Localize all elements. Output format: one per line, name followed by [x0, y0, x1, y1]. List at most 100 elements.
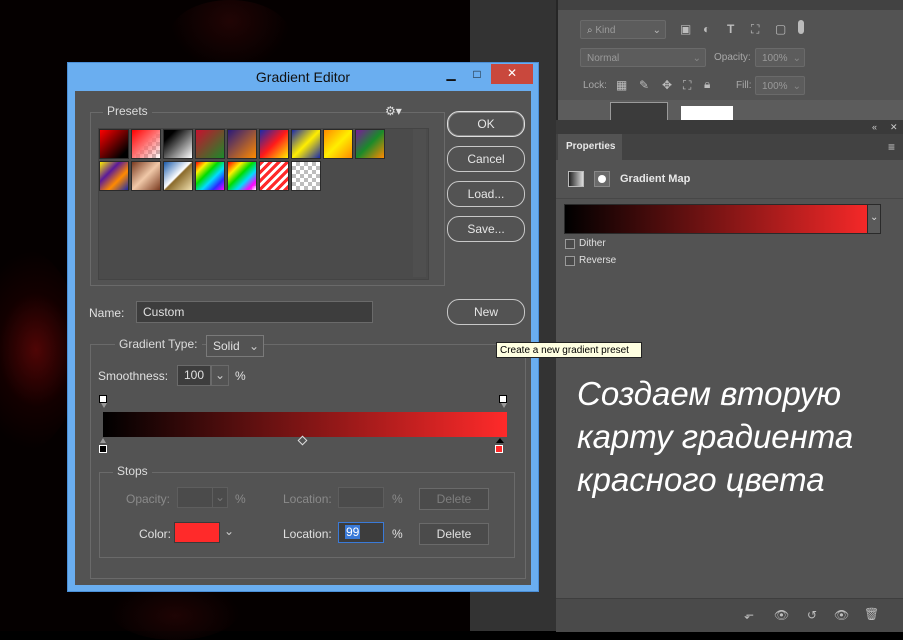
chevron-down-icon[interactable]: ⌄ [224, 524, 234, 538]
gradient-map-preview[interactable] [564, 204, 881, 234]
opacity-unit: % [235, 492, 246, 506]
lock-all-icon[interactable]: 🔒︎ [704, 77, 710, 91]
smart-object-filter-icon[interactable]: ▢ [775, 22, 786, 36]
canvas-dim-glow-top [170, 0, 290, 70]
chevron-down-icon: ⌄ [692, 53, 701, 64]
ok-button[interactable]: OK [447, 111, 525, 137]
gradient-map-icon[interactable] [568, 171, 584, 187]
preset-swatch-orange-yellow-orange[interactable] [323, 129, 353, 159]
preset-swatch-yellow-violet-orange-blue[interactable] [99, 161, 129, 191]
close-panel-icon[interactable]: ✕ [890, 120, 898, 134]
preset-swatch-transparent-rainbow[interactable] [227, 161, 257, 191]
chevron-down-icon: ⌄ [248, 339, 259, 353]
caption-line-1: Создаем вторую [577, 375, 842, 412]
save-button[interactable]: Save... [447, 216, 525, 242]
opacity-stop-left[interactable] [99, 395, 107, 403]
maximize-button[interactable]: □ [466, 65, 488, 83]
name-field[interactable]: Custom [136, 301, 373, 323]
gradient-bar[interactable] [103, 412, 507, 437]
gradient-picker-dropdown[interactable]: ⌄ [867, 204, 881, 234]
collapse-panel-icon[interactable]: « [872, 120, 877, 134]
cancel-button[interactable]: Cancel [447, 146, 525, 172]
mask-circle-icon [598, 175, 606, 183]
blend-mode-value: Normal [587, 53, 620, 64]
lock-transparent-icon[interactable]: ▦ [616, 78, 627, 92]
color-location-value: 99 [345, 525, 361, 539]
opacity-label: Opacity: [714, 52, 751, 63]
layer-mask-icon[interactable] [594, 171, 610, 187]
color-location-unit: % [392, 527, 403, 541]
preset-swatch-spectrum[interactable] [195, 161, 225, 191]
shape-filter-icon[interactable]: ⛶ [751, 22, 759, 36]
preset-swatch-violet-green-orange[interactable] [355, 129, 385, 159]
preset-swatch-red-green[interactable] [195, 129, 225, 159]
preset-swatch-copper[interactable] [131, 161, 161, 191]
color-swatch[interactable] [174, 522, 220, 543]
lock-artboard-icon[interactable]: ⛶ [683, 78, 691, 92]
gear-icon[interactable]: ⚙▾ [385, 104, 402, 118]
new-button[interactable]: New [447, 299, 525, 325]
blend-mode-select[interactable]: Normal ⌄ [580, 48, 706, 67]
reverse-checkbox[interactable] [565, 256, 575, 266]
layers-panel: ⌕ Kind ⌄ ▣ ◐ T ⛶ ▢ Normal ⌄ Opacity: 100… [558, 0, 903, 122]
tab-properties[interactable]: Properties [558, 134, 622, 160]
opacity-location-field[interactable] [338, 487, 384, 508]
color-stop-left-pointer [100, 438, 106, 443]
tutorial-caption: Создаем вторую карту градиента красного … [577, 372, 897, 501]
clip-to-layer-icon[interactable]: ⬐ [744, 608, 754, 622]
preset-swatch-chrome[interactable] [163, 161, 193, 191]
adjustment-title: Gradient Map [620, 173, 691, 185]
opacity-field[interactable] [177, 487, 213, 508]
smoothness-slider-toggle[interactable]: ⌄ [211, 365, 229, 386]
gradient-type-select[interactable]: Solid ⌄ [206, 335, 264, 357]
pixel-filter-icon[interactable]: ▣ [680, 22, 691, 36]
smoothness-unit: % [235, 369, 246, 383]
visibility-eye-icon[interactable]: 👁︎ [834, 608, 849, 622]
smoothness-field[interactable]: 100 [177, 365, 211, 386]
gradient-type-value: Solid [213, 339, 240, 353]
opacity-slider-toggle[interactable]: ⌄ [212, 487, 228, 508]
chevron-down-icon: ⌄ [652, 25, 661, 36]
chevron-down-icon: ⌄ [870, 212, 879, 223]
color-stop-right-selected[interactable] [495, 445, 503, 453]
load-button[interactable]: Load... [447, 181, 525, 207]
adjustment-filter-icon[interactable]: ◐ [703, 22, 710, 36]
view-previous-state-icon[interactable]: 👁︎ [774, 608, 789, 622]
opacity-label: Opacity: [126, 492, 171, 506]
layer-row[interactable] [558, 100, 903, 122]
color-location-field[interactable]: 99 [338, 522, 384, 543]
preset-swatch-foreground-to-background[interactable] [99, 129, 129, 159]
properties-panel-topbar: « ✕ [556, 120, 903, 134]
layer-filter-select[interactable]: ⌕ Kind ⌄ [580, 20, 666, 39]
panel-menu-icon[interactable]: ≡ [888, 140, 895, 154]
stops-label: Stops [113, 464, 152, 478]
preset-swatch-foreground-to-transparent[interactable] [131, 129, 161, 159]
preset-swatch-blue-red-yellow[interactable] [259, 129, 289, 159]
minimize-button[interactable]: ▁ [440, 65, 462, 83]
preset-swatch-violet-orange[interactable] [227, 129, 257, 159]
opacity-delete-button[interactable]: Delete [419, 488, 489, 510]
gradient-type-label: Gradient Type: [115, 337, 202, 351]
preset-swatch-transparent[interactable] [291, 161, 321, 191]
color-stop-left[interactable] [99, 445, 107, 453]
presets-grid [99, 129, 419, 193]
name-label: Name: [89, 306, 125, 320]
lock-position-icon[interactable]: ✥ [662, 78, 672, 92]
opacity-stop-right[interactable] [499, 395, 507, 403]
trash-icon[interactable]: 🗑︎ [864, 607, 879, 621]
lock-pixels-icon[interactable]: ✎ [639, 78, 649, 92]
type-filter-icon[interactable]: T [727, 22, 734, 36]
close-button[interactable]: ✕ [491, 64, 533, 84]
dialog-body: Presets ⚙▾ OK Cancel Load... Save... Nam… [75, 91, 531, 585]
caption-line-3: красного цвета [577, 461, 825, 498]
reset-icon[interactable]: ↺ [807, 608, 817, 622]
preset-swatch-transparent-stripes[interactable] [259, 161, 289, 191]
layer-opacity-field[interactable]: 100% ⌄ [755, 48, 805, 67]
preset-swatch-blue-yellow-blue[interactable] [291, 129, 321, 159]
color-delete-button[interactable]: Delete [419, 523, 489, 545]
chevron-down-icon: ⌄ [792, 53, 801, 64]
dither-checkbox[interactable] [565, 239, 575, 249]
filter-toggle-icon[interactable] [798, 20, 804, 34]
preset-swatch-black-white[interactable] [163, 129, 193, 159]
layer-fill-field[interactable]: 100% ⌄ [755, 76, 805, 95]
